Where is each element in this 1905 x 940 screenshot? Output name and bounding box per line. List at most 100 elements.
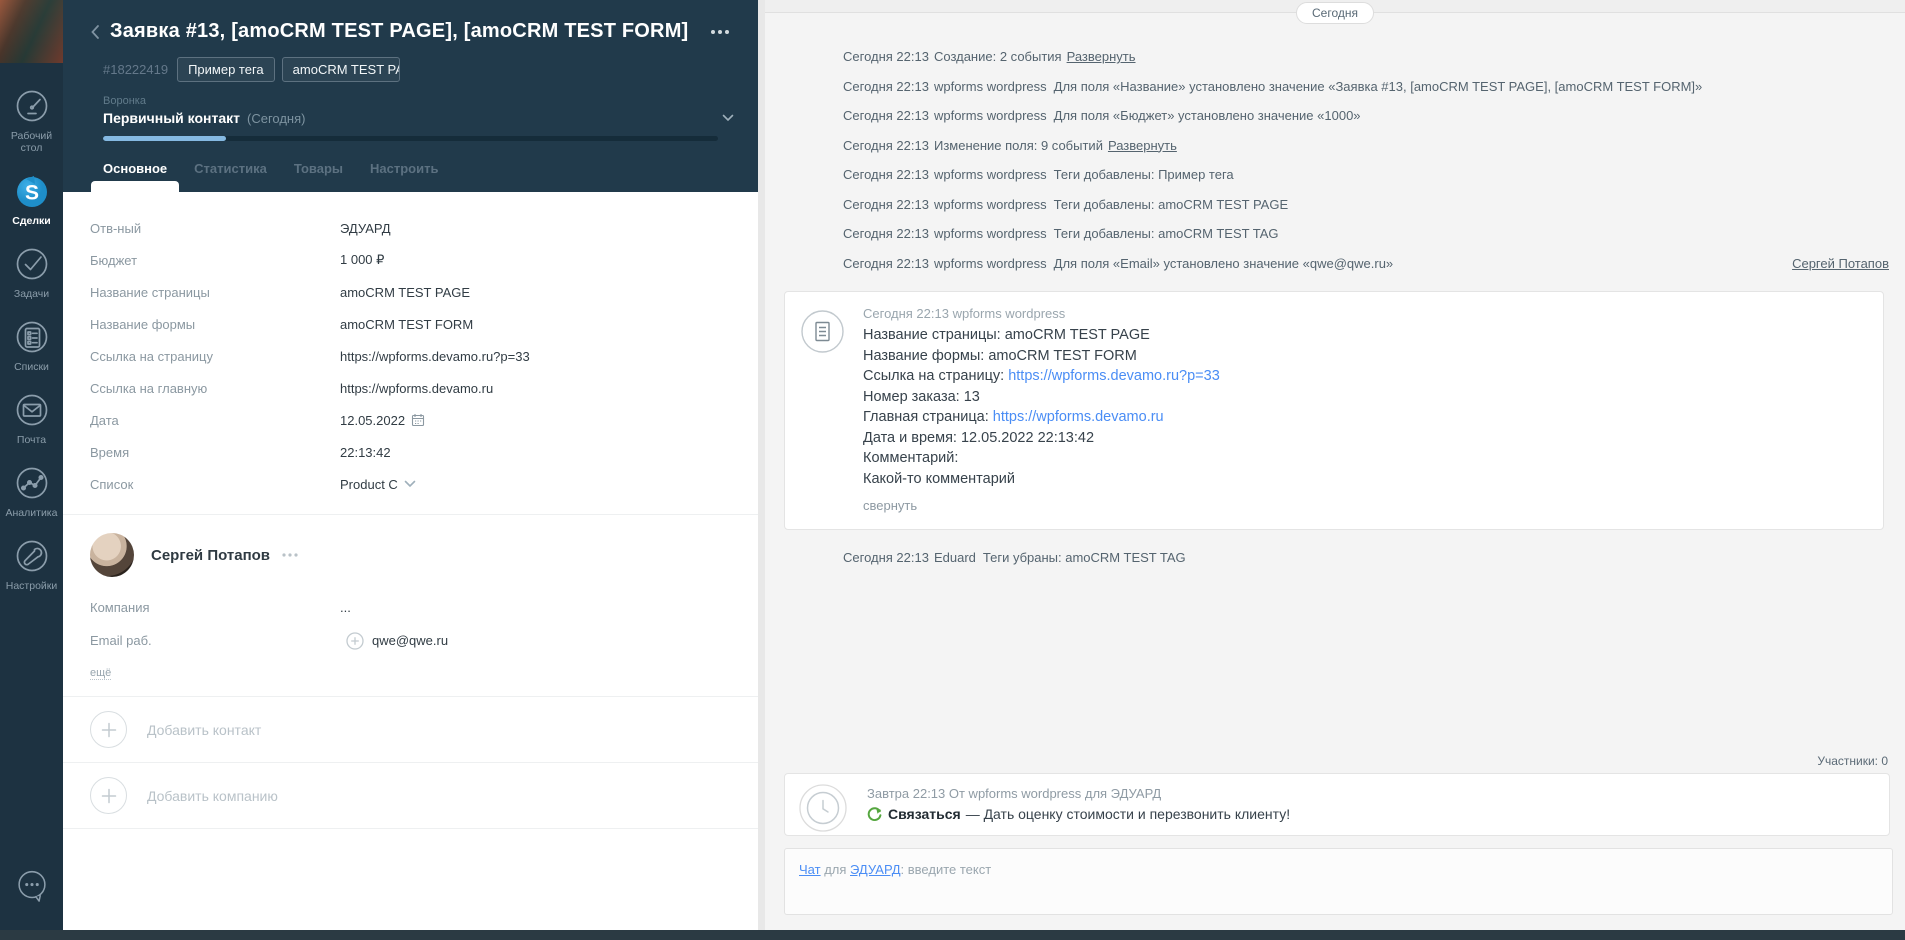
note-line: Название страницы: amoCRM TEST PAGE: [863, 325, 1863, 346]
note-line: Ссылка на страницу: https://wpforms.deva…: [863, 366, 1863, 387]
chat-person-link[interactable]: ЭДУАРД: [850, 862, 901, 877]
tab-основное[interactable]: Основное: [90, 161, 180, 194]
note-line-text: Главная страница:: [863, 409, 993, 425]
note-line-text: Комментарий:: [863, 450, 959, 466]
contact-name[interactable]: Сергей Потапов: [151, 547, 270, 564]
contact-more-link[interactable]: ещё: [90, 667, 112, 680]
sidebar-item-label: Задачи: [13, 288, 50, 300]
field-value[interactable]: Product C: [340, 477, 416, 492]
sidebar-item-analytics[interactable]: Аналитика: [0, 454, 63, 527]
field-value[interactable]: ...: [340, 600, 351, 615]
timeline-event: Сегодня 22:13 wpforms wordpress Теги добав…: [843, 226, 1889, 241]
event-text: Изменение поля: 9 событий: [933, 137, 1103, 153]
divider: [63, 828, 758, 829]
field-value[interactable]: 1 000 ₽: [340, 252, 384, 268]
event-text: Для поля «Название» установлено значение…: [1053, 78, 1703, 94]
field-value-text: ...: [340, 600, 351, 615]
sidebar-item-desktop[interactable]: Рабочий стол: [0, 77, 63, 162]
note-line-text: Название страницы: amoCRM TEST PAGE: [863, 327, 1150, 343]
event-expand-link[interactable]: Развернуть: [1108, 138, 1177, 153]
tab-настроить[interactable]: Настроить: [370, 161, 438, 194]
sidebar-item-tasks[interactable]: Задачи: [0, 235, 63, 308]
plus-circle-icon: [90, 777, 127, 814]
sidebar-item-label: Сделки: [12, 215, 51, 227]
contact-avatar[interactable]: [90, 533, 134, 577]
note-line: Номер заказа: 13: [863, 387, 1863, 408]
field-row: Email раб. qwe@qwe.ru: [90, 624, 758, 657]
pipeline-stage-selector[interactable]: Первичный контакт (Сегодня): [103, 110, 734, 126]
event-contact-link[interactable]: Сергей Потапов: [1792, 256, 1889, 271]
add-contact-button[interactable]: Добавить контакт: [63, 697, 758, 762]
lead-menu-dots-icon[interactable]: [706, 25, 734, 39]
add-company-button[interactable]: Добавить компанию: [63, 763, 758, 828]
chat-middle-text: для: [820, 862, 851, 877]
field-row: Отв-ный ЭДУАРД: [90, 212, 758, 244]
chat-input[interactable]: Чат для ЭДУАРД: введите текст: [784, 848, 1893, 915]
event-expand-link[interactable]: Развернуть: [1067, 49, 1136, 64]
event-author: wpforms wordpress: [933, 78, 1047, 94]
field-label: Название формы: [90, 316, 196, 332]
add-company-label: Добавить компанию: [147, 787, 278, 804]
sidebar-item-label: Почта: [16, 434, 47, 446]
note-line-link[interactable]: https://wpforms.devamo.ru: [993, 409, 1164, 425]
sidebar-item-mail[interactable]: Почта: [0, 381, 63, 454]
chat-mode-link[interactable]: Чат: [799, 862, 821, 877]
sidebar-item-settings[interactable]: Настройки: [0, 527, 63, 600]
event-author: wpforms wordpress: [933, 226, 1047, 241]
task-header: Завтра 22:13 От wpforms wordpress для ЭД…: [867, 786, 1162, 801]
contact-card[interactable]: Сергей Потапов: [90, 533, 758, 577]
event-time: Сегодня 22:13: [843, 108, 929, 123]
field-value-text: https://wpforms.devamo.ru: [340, 380, 494, 396]
chevron-down-icon[interactable]: [722, 114, 734, 122]
field-label: Ссылка на главную: [90, 380, 208, 396]
lead-id: #18222419: [103, 62, 169, 77]
contact-fields: Компания... Email раб. qwe@qwe.ru: [90, 591, 758, 657]
timeline-event: Сегодня 22:13 wpforms wordpress Для поля «…: [843, 79, 1889, 94]
event-time: Сегодня 22:13: [843, 49, 929, 64]
field-label: Список: [90, 476, 134, 492]
event-text: Теги добавлены: amoCRM TEST TAG: [1053, 226, 1279, 241]
event-author: wpforms wordpress: [933, 255, 1047, 271]
event-text: Для поля «Email» установлено значение «q…: [1053, 255, 1394, 271]
sidebar-item-label: Рабочий стол: [10, 130, 53, 154]
field-row: Список Product C: [90, 468, 758, 500]
event-text: Теги добавлены: Пример тега: [1053, 167, 1234, 182]
note-line: Главная страница: https://wpforms.devamo…: [863, 407, 1863, 428]
stage-progress-bar[interactable]: [103, 136, 718, 141]
tab-статистика[interactable]: Статистика: [194, 161, 267, 194]
lead-tabs: Основное Статистика Товары Настроить: [90, 161, 734, 194]
back-chevron-icon[interactable]: [90, 24, 100, 40]
sidebar-item-lists[interactable]: Списки: [0, 308, 63, 381]
note-collapse-link[interactable]: свернуть: [863, 498, 1863, 513]
funnel-label: Воронка: [103, 95, 146, 107]
event-time: Сегодня 22:13: [843, 255, 929, 271]
note-line-link[interactable]: https://wpforms.devamo.ru?p=33: [1008, 368, 1220, 384]
task-type-label: Связаться: [888, 806, 961, 822]
note-line: Комментарий:: [863, 448, 1863, 469]
field-value[interactable]: amoCRM TEST PAGE: [340, 285, 470, 300]
field-row: Название страницы amoCRM TEST PAGE: [90, 276, 758, 308]
contact-menu-dots-icon[interactable]: [282, 553, 298, 557]
event-time: Сегодня 22:13: [843, 167, 929, 182]
tab-товары[interactable]: Товары: [294, 161, 343, 194]
field-value[interactable]: https://wpforms.devamo.ru: [340, 381, 493, 396]
user-avatar-photo[interactable]: [0, 0, 63, 63]
lead-tag[interactable]: amoCRM TEST PAGE: [281, 57, 400, 82]
field-value[interactable]: ЭДУАРД: [340, 221, 391, 236]
sidebar-item-deals[interactable]: S Сделки: [0, 162, 63, 235]
task-recur-icon: [867, 806, 882, 822]
support-chat-button[interactable]: [11, 865, 53, 912]
field-value[interactable]: 22:13:42: [340, 445, 391, 460]
lists-icon: [12, 317, 52, 357]
stage-name: Первичный контакт: [103, 110, 240, 126]
field-value-text: ЭДУАРД: [340, 220, 391, 236]
field-value[interactable]: amoCRM TEST FORM: [340, 317, 473, 332]
event-time: Сегодня 22:13: [843, 78, 929, 94]
field-value[interactable]: 12.05.2022: [340, 413, 425, 428]
svg-text:S: S: [24, 182, 38, 205]
lead-tag[interactable]: Пример тега: [177, 57, 275, 82]
field-value[interactable]: https://wpforms.devamo.ru?p=33: [340, 349, 530, 364]
task-card[interactable]: Завтра 22:13 От wpforms wordpress для ЭД…: [784, 773, 1890, 836]
field-value[interactable]: qwe@qwe.ru: [340, 631, 448, 650]
chat-placeholder: : введите текст: [900, 862, 992, 877]
